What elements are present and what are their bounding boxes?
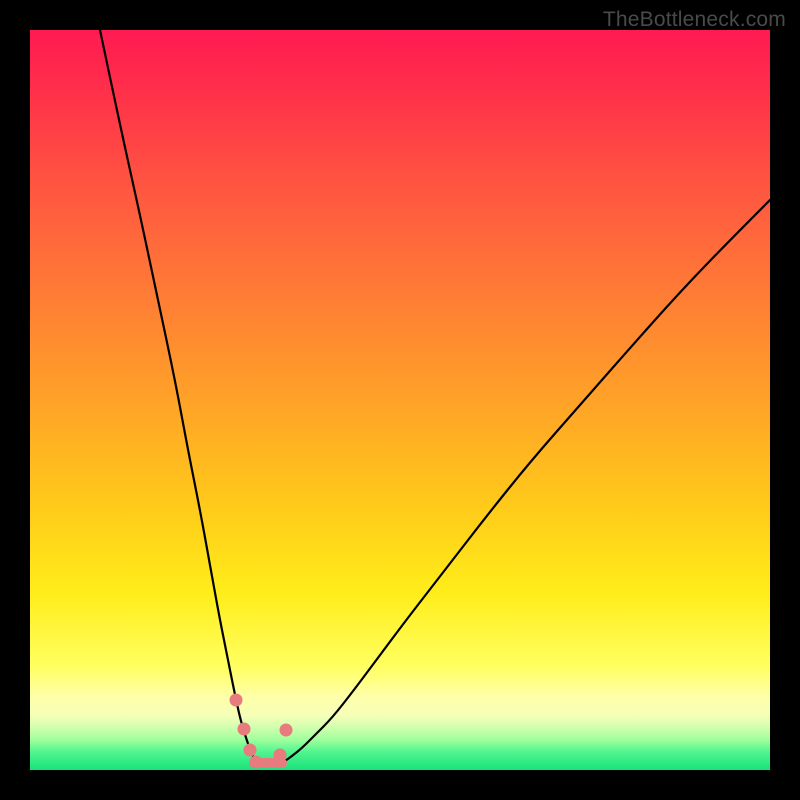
marker-dot [230,694,243,707]
plot-area [30,30,770,770]
curve-right-branch [280,200,770,764]
curve-svg [30,30,770,770]
marker-dot [244,744,257,757]
marker-dot [280,724,293,737]
marker-dot [238,723,251,736]
watermark-text: TheBottleneck.com [603,8,786,32]
marker-layer [230,694,293,769]
chart-frame: TheBottleneck.com [0,0,800,800]
curve-left-branch [100,30,256,762]
